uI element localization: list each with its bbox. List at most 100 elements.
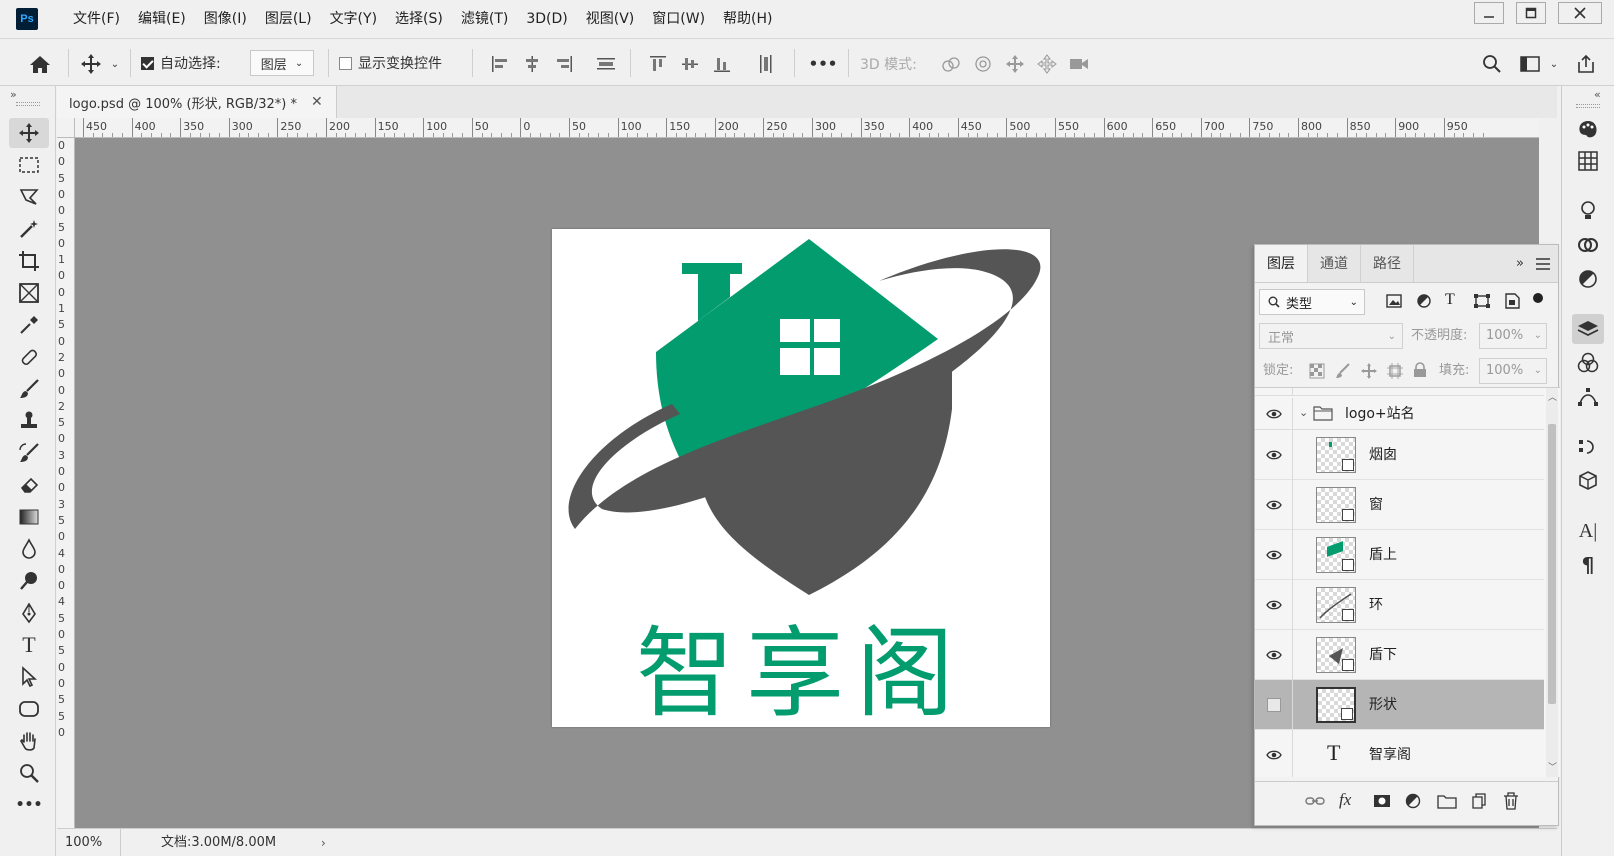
- layer-row[interactable]: T 智享阁: [1255, 730, 1544, 777]
- align-right-icon[interactable]: [552, 52, 576, 76]
- link-layers-icon[interactable]: [1305, 794, 1325, 812]
- 3d-pan-icon[interactable]: [1002, 52, 1028, 76]
- layers-scrollbar[interactable]: ︿ ﹀: [1546, 388, 1558, 777]
- layer-row[interactable]: 环: [1255, 580, 1544, 630]
- menu-help[interactable]: 帮助(H): [714, 0, 781, 38]
- horizontal-ruler[interactable]: 450 400 350 300 250 200 150 100 50 0 50 100 150 200 25…: [75, 118, 1539, 138]
- healing-brush-tool[interactable]: [9, 342, 49, 372]
- menu-image[interactable]: 图像(I): [195, 0, 256, 38]
- learn-panel-button[interactable]: [1572, 196, 1604, 226]
- home-button[interactable]: [26, 51, 54, 77]
- distribute-horizontal-icon[interactable]: [754, 52, 778, 76]
- frame-tool[interactable]: [9, 278, 49, 308]
- show-transform-checkbox[interactable]: [338, 56, 352, 70]
- visibility-toggle[interactable]: [1255, 530, 1293, 580]
- ruler-origin[interactable]: [57, 118, 75, 138]
- color-panel-button[interactable]: [1572, 114, 1604, 144]
- menu-view[interactable]: 视图(V): [577, 0, 644, 38]
- visibility-toggle[interactable]: [1255, 430, 1293, 480]
- lock-transparency-icon[interactable]: [1309, 363, 1325, 383]
- character-panel-button[interactable]: A|: [1572, 516, 1604, 546]
- tab-layers[interactable]: 图层: [1255, 245, 1308, 282]
- scroll-up-icon[interactable]: ︿: [1548, 390, 1557, 403]
- fill-input[interactable]: 100% ⌄: [1479, 358, 1547, 384]
- adjustments-panel-button[interactable]: [1572, 264, 1604, 294]
- swatches-panel-button[interactable]: [1572, 146, 1604, 176]
- panel-expand-icon[interactable]: »: [1516, 245, 1524, 283]
- blend-mode-dropdown[interactable]: 正常 ⌄: [1259, 323, 1403, 349]
- paragraph-panel-button[interactable]: ¶: [1572, 550, 1604, 580]
- layers-panel-button[interactable]: [1572, 314, 1604, 344]
- menu-window[interactable]: 窗口(W): [643, 0, 714, 38]
- drag-handle[interactable]: [16, 102, 40, 106]
- menu-file[interactable]: 文件(F): [64, 0, 129, 38]
- maximize-button[interactable]: [1516, 2, 1546, 24]
- menu-type[interactable]: 文字(Y): [321, 0, 386, 38]
- history-panel-button[interactable]: [1572, 432, 1604, 462]
- filter-type-icon[interactable]: T: [1445, 291, 1455, 309]
- menu-filter[interactable]: 滤镜(T): [452, 0, 517, 38]
- scroll-down-icon[interactable]: ﹀: [1548, 760, 1557, 773]
- list-item[interactable]: [1255, 388, 1544, 396]
- tab-paths[interactable]: 路径: [1361, 245, 1414, 282]
- align-bottom-icon[interactable]: [710, 52, 734, 76]
- gradient-tool[interactable]: [9, 502, 49, 532]
- new-layer-icon[interactable]: [1471, 793, 1487, 813]
- collapse-icon[interactable]: »: [10, 88, 17, 101]
- auto-select-dropdown[interactable]: 图层 ⌄: [250, 50, 314, 76]
- libraries-panel-button[interactable]: [1572, 230, 1604, 260]
- shape-tool[interactable]: [9, 694, 49, 724]
- layer-filter-dropdown[interactable]: 类型 ⌄: [1259, 289, 1365, 315]
- lock-pixels-icon[interactable]: [1335, 363, 1351, 383]
- hand-tool[interactable]: [9, 726, 49, 756]
- crop-tool[interactable]: [9, 246, 49, 276]
- align-top-icon[interactable]: [646, 52, 670, 76]
- clone-stamp-tool[interactable]: [9, 406, 49, 436]
- filter-smart-object-icon[interactable]: [1503, 293, 1521, 313]
- dodge-tool[interactable]: [9, 566, 49, 596]
- new-adjustment-icon[interactable]: [1405, 793, 1421, 813]
- paths-panel-button[interactable]: [1572, 382, 1604, 412]
- auto-select-checkbox[interactable]: [140, 56, 154, 70]
- blur-tool[interactable]: [9, 534, 49, 564]
- layer-row[interactable]: 盾上: [1255, 530, 1544, 580]
- visibility-toggle[interactable]: [1255, 630, 1293, 680]
- visibility-toggle[interactable]: [1255, 680, 1293, 730]
- filter-shape-icon[interactable]: [1473, 293, 1491, 313]
- chevron-down-icon[interactable]: ⌄: [1548, 55, 1560, 73]
- more-tools-icon[interactable]: •••: [9, 790, 49, 820]
- close-tab-icon[interactable]: ✕: [311, 94, 323, 110]
- marquee-tool[interactable]: [9, 150, 49, 180]
- eyedropper-tool[interactable]: [9, 310, 49, 340]
- new-group-icon[interactable]: [1437, 794, 1457, 813]
- more-options-button[interactable]: •••: [809, 51, 838, 77]
- drag-handle[interactable]: [1576, 104, 1600, 108]
- align-center-h-icon[interactable]: [520, 52, 544, 76]
- opacity-input[interactable]: 100% ⌄: [1479, 323, 1547, 349]
- menu-edit[interactable]: 编辑(E): [129, 0, 195, 38]
- add-mask-icon[interactable]: [1373, 794, 1391, 812]
- document-info[interactable]: 文档:3.00M/8.00M: [161, 829, 276, 856]
- vertical-ruler[interactable]: 0 0 5 0 0 5 0 1 0 0 1 5 0 2 0 0 2 5 0 3 0 0 3 5 0 4 0 0 4 5 0 5 0 0 5 5 0: [57, 138, 75, 828]
- visibility-toggle[interactable]: [1255, 398, 1293, 430]
- align-left-icon[interactable]: [488, 52, 512, 76]
- layer-row-selected[interactable]: 形状: [1255, 680, 1544, 730]
- lock-all-icon[interactable]: [1413, 362, 1427, 382]
- zoom-level[interactable]: 100%: [65, 829, 121, 856]
- 3d-camera-icon[interactable]: [1066, 52, 1092, 76]
- chevron-down-icon[interactable]: ⌄: [1299, 406, 1308, 419]
- filter-toggle-icon[interactable]: [1533, 293, 1543, 303]
- pen-tool[interactable]: [9, 598, 49, 628]
- filter-pixel-icon[interactable]: [1385, 293, 1403, 313]
- 3d-panel-button[interactable]: [1572, 466, 1604, 496]
- align-middle-v-icon[interactable]: [678, 52, 702, 76]
- 3d-roll-icon[interactable]: [970, 52, 996, 76]
- history-brush-tool[interactable]: [9, 438, 49, 468]
- visibility-toggle[interactable]: [1255, 730, 1293, 777]
- collapse-icon[interactable]: «: [1594, 88, 1601, 101]
- menu-select[interactable]: 选择(S): [386, 0, 452, 38]
- move-tool[interactable]: [9, 118, 49, 148]
- document-canvas[interactable]: 智享阁: [552, 229, 1050, 731]
- chevron-right-icon[interactable]: ›: [321, 829, 326, 856]
- scrollbar-thumb[interactable]: [1548, 424, 1556, 704]
